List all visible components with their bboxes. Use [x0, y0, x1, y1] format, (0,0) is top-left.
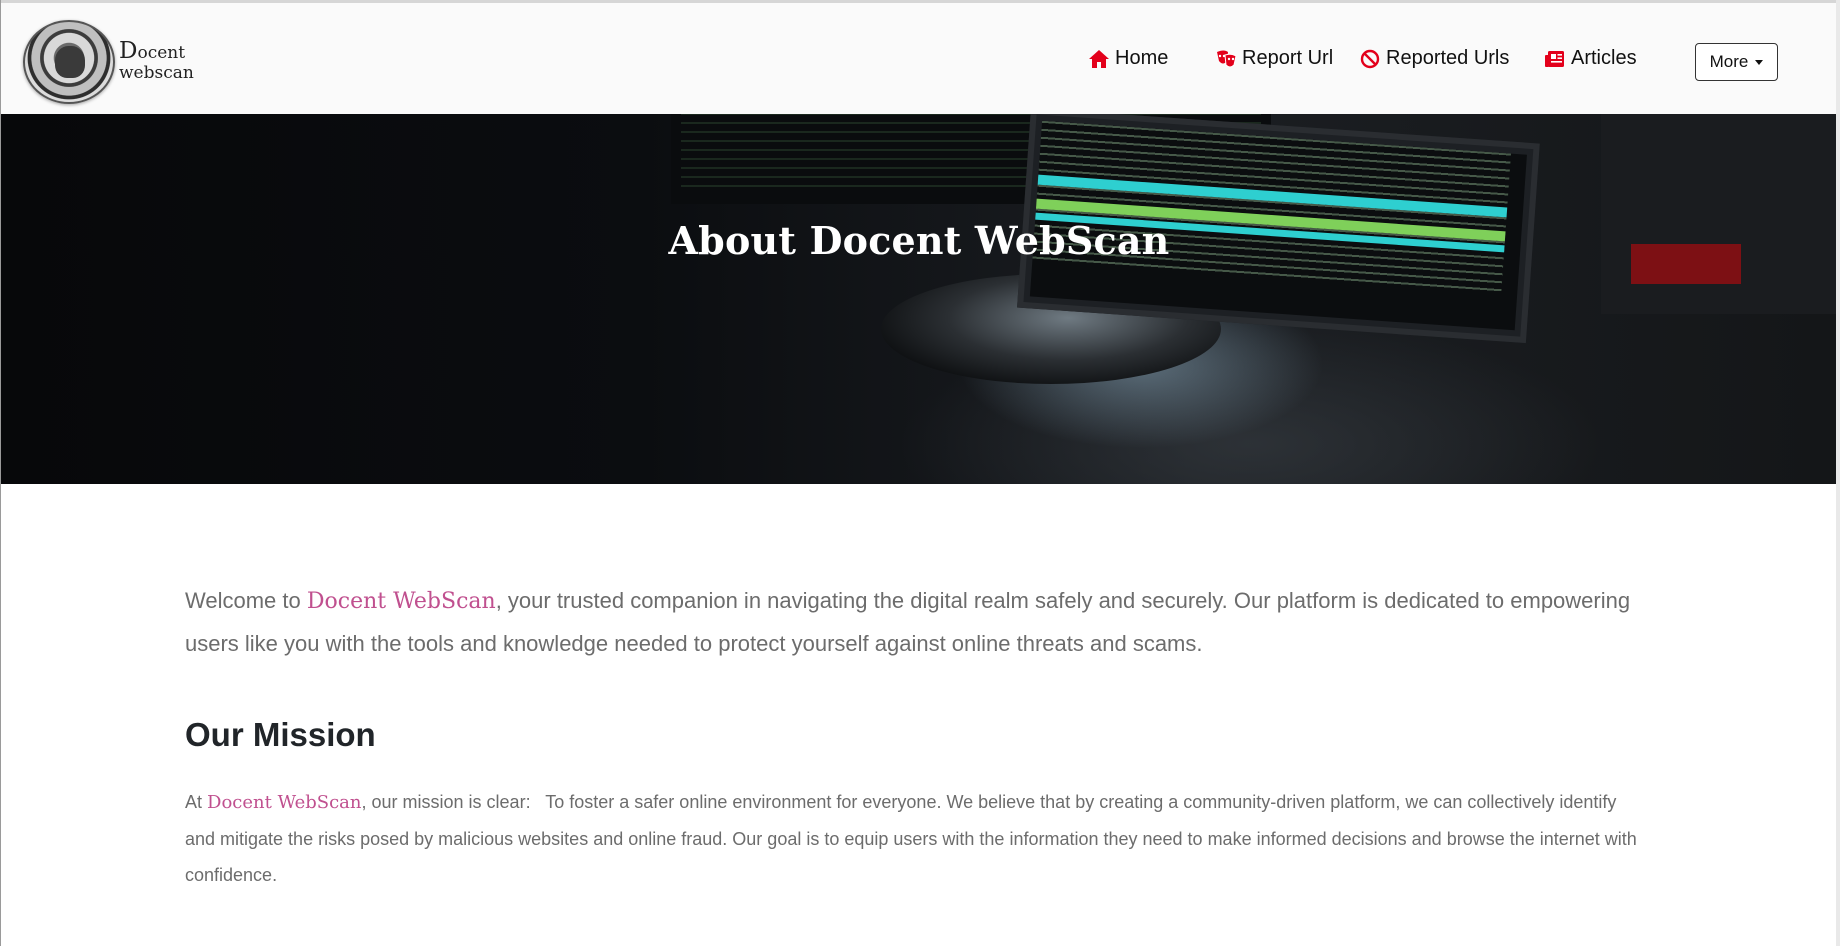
home-icon: [1088, 48, 1110, 70]
caret-down-icon: [1755, 59, 1764, 65]
brand-name-rest: ocent: [137, 43, 186, 63]
nav-item-report-url[interactable]: Report Url: [1215, 47, 1333, 70]
nav-item-articles-label: Articles: [1571, 47, 1637, 69]
nav-item-reported-urls[interactable]: Reported Urls: [1359, 47, 1509, 70]
report-mask-icon: [1215, 48, 1237, 70]
window-scrollbar[interactable]: [1836, 0, 1840, 946]
hero-banner: About Docent WebScan: [1, 114, 1836, 484]
site-logo: [23, 20, 115, 104]
page: Docent webscan Home Report Url Reported …: [0, 0, 1836, 946]
nav-item-home[interactable]: Home: [1088, 47, 1168, 70]
brand-link[interactable]: Docent webscan: [23, 20, 194, 104]
mission-text: , our mission is clear: To foster a safe…: [185, 792, 1637, 885]
brand-name: Docent webscan: [119, 38, 194, 84]
mission-prefix: At: [185, 792, 208, 812]
more-dropdown-button[interactable]: More: [1695, 43, 1778, 81]
intro-brand-name: Docent WebScan: [306, 589, 496, 614]
brand-name-initial: D: [119, 38, 138, 64]
mission-heading: Our Mission: [185, 716, 376, 753]
mission-paragraph: At Docent WebScan, our mission is clear:…: [185, 784, 1645, 893]
nav-item-reported-urls-label: Reported Urls: [1386, 47, 1510, 69]
hero-right-monitor-graphic: [1601, 114, 1836, 314]
hero-title: About Docent WebScan: [668, 218, 1170, 263]
ban-icon: [1359, 48, 1381, 70]
nav-item-home-label: Home: [1115, 47, 1169, 69]
intro-paragraph: Welcome to Docent WebScan, your trusted …: [185, 580, 1645, 665]
nav-item-articles[interactable]: Articles: [1544, 47, 1637, 70]
brand-name-line2: webscan: [119, 63, 194, 83]
nav-item-report-url-label: Report Url: [1242, 47, 1334, 69]
mission-brand-name: Docent WebScan: [207, 792, 362, 813]
more-dropdown-label: More: [1709, 52, 1749, 71]
top-navbar: Docent webscan Home Report Url Reported …: [1, 0, 1836, 114]
newspaper-icon: [1544, 48, 1566, 70]
intro-prefix: Welcome to: [185, 588, 307, 613]
